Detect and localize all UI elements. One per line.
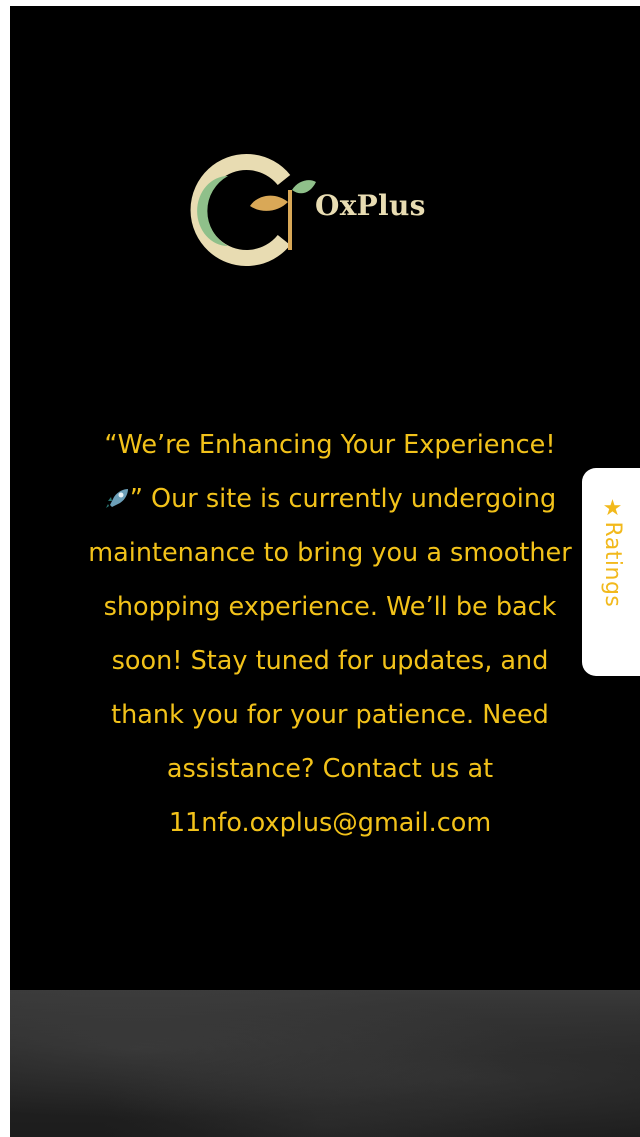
message-line: assistance? Contact us at [166, 754, 494, 784]
maintenance-message: “We’re Enhancing Your Experience! ” Our … [32, 418, 628, 850]
footer-texture [10, 990, 640, 1137]
contact-email[interactable]: 11nfo.oxplus@gmail.com [32, 796, 628, 850]
message-line: soon! Stay tuned for updates, and [111, 646, 549, 676]
maintenance-page: OxPlus “We’re Enhancing Your Experience!… [10, 0, 640, 1137]
ratings-tab-label: ★Ratings [600, 496, 625, 608]
top-strip [10, 0, 640, 6]
logo-mark-icon [190, 154, 316, 266]
message-line: thank you for your patience. Need [111, 700, 549, 730]
brand-name: OxPlus [315, 189, 426, 222]
message-line: shopping experience. We’ll be back [103, 592, 557, 622]
message-line: maintenance to bring you a smoother [88, 538, 572, 568]
message-line: ” Our site is currently undergoing [32, 472, 628, 526]
rocket-icon [105, 489, 128, 508]
message-line: “We’re Enhancing Your Experience! [104, 430, 556, 460]
brand-logo: OxPlus [188, 150, 448, 266]
ratings-tab[interactable]: ★Ratings [582, 468, 640, 676]
